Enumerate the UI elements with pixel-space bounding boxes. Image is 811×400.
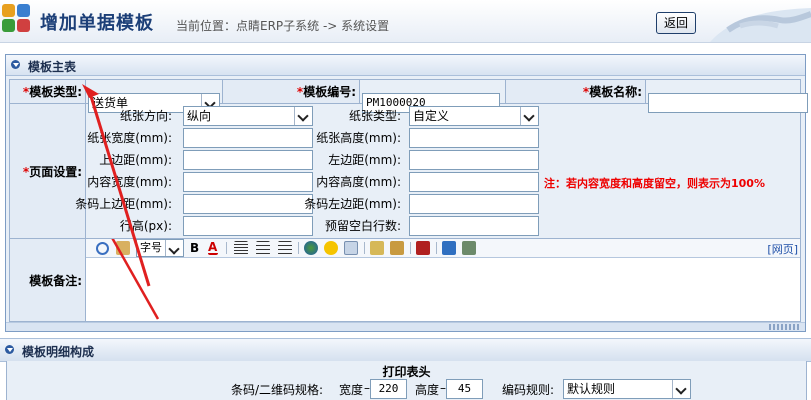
detail-section-title: 模板明细构成 bbox=[22, 345, 95, 359]
barcode-width-input[interactable]: 220 bbox=[370, 379, 407, 399]
print-header-panel: 打印表头 条码/二维码规格: 宽度 – 220 高度 – 45 编码规则: 默认… bbox=[6, 361, 807, 400]
collapse-icon[interactable] bbox=[5, 345, 14, 354]
chevron-down-icon bbox=[672, 380, 690, 398]
print-header-title: 打印表头 bbox=[382, 365, 431, 379]
barcode-height-input[interactable]: 45 bbox=[446, 379, 483, 399]
barcode-width-label: 宽度 bbox=[339, 383, 364, 397]
detail-section-header: 模板明细构成 bbox=[0, 338, 811, 362]
barcode-spec-label: 条码/二维码规格: bbox=[231, 383, 324, 397]
encoding-rule-select[interactable]: 默认规则 bbox=[563, 379, 691, 399]
barcode-height-label: 高度 bbox=[415, 383, 440, 397]
encoding-rule-label: 编码规则: bbox=[502, 383, 555, 397]
